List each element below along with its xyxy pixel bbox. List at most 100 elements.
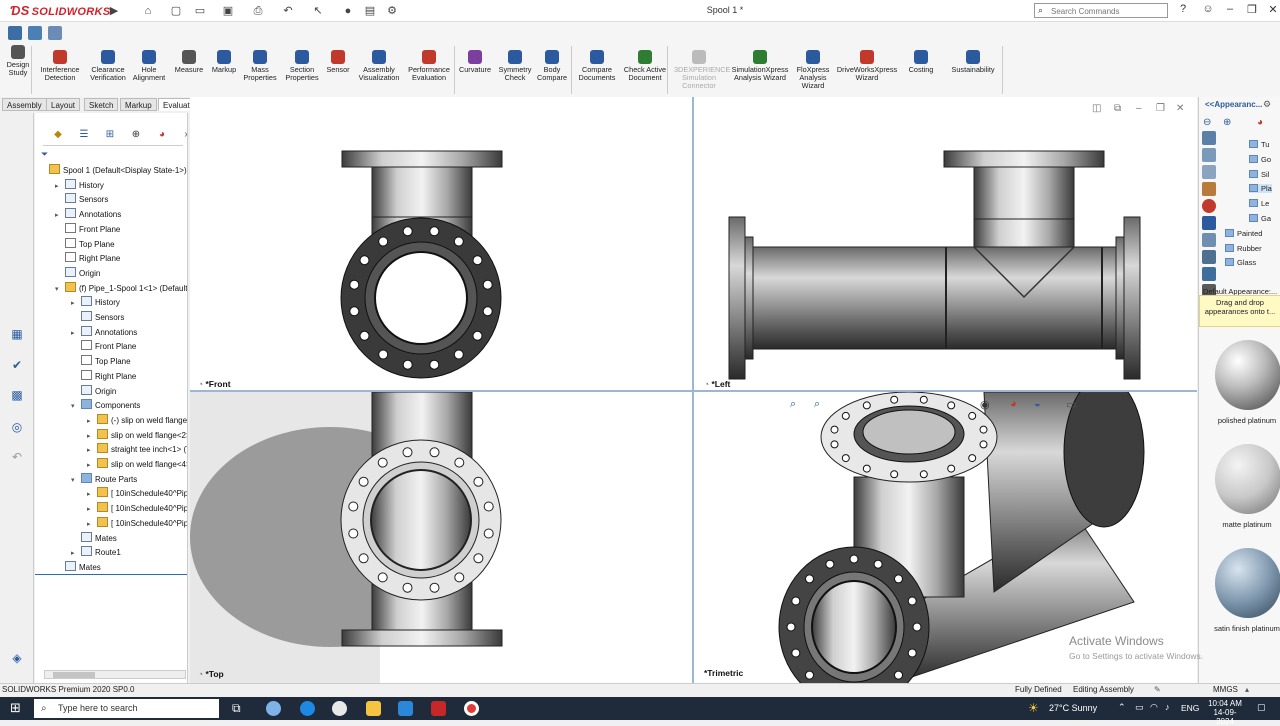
appearance-icon[interactable]: ◕ (1010, 398, 1017, 410)
check-active-document-button[interactable]: Check Active Document (622, 50, 668, 82)
viewport-minimize-icon[interactable]: – (1136, 103, 1142, 114)
tree-node[interactable]: Origin (55, 266, 100, 281)
sustainability-button[interactable]: Sustainability (948, 50, 998, 74)
tree-node[interactable]: ▾ Route Parts (71, 472, 137, 487)
language-indicator[interactable]: ENG (1181, 703, 1199, 713)
simulationxpress-button[interactable]: SimulationXpress Analysis Wizard (730, 50, 790, 82)
zoom-to-area-icon[interactable]: ⌕ (814, 398, 820, 411)
tree-node[interactable]: ▸ slip on weld flange<4> ( (87, 458, 187, 472)
open-folder-icon[interactable]: ▭ (192, 3, 208, 19)
options-gear-icon[interactable]: ⚙ (384, 3, 400, 19)
tree-horizontal-scrollbar[interactable] (44, 670, 186, 679)
mail-icon[interactable] (398, 701, 413, 716)
weather-text[interactable]: 27°C Sunny (1049, 703, 1097, 713)
design-study-button[interactable]: Design Study (6, 45, 30, 77)
appearances-tab-icon[interactable] (1202, 199, 1216, 213)
3d-content-icon[interactable] (1202, 148, 1216, 162)
file-explorer-icon[interactable] (366, 701, 381, 716)
tree-node[interactable]: Origin (71, 384, 116, 399)
task-view-icon[interactable]: ⧉ (232, 701, 247, 716)
tab-assembly[interactable]: Assembly (2, 98, 47, 111)
display-manager-tab-icon[interactable]: ◕ (151, 129, 173, 145)
tree-node[interactable]: Top Plane (71, 355, 131, 369)
layout-icon[interactable]: ▩ (9, 388, 25, 404)
unit-dropdown-icon[interactable]: ▴ (1245, 684, 1249, 696)
tree-node[interactable]: ▸ straight tee inch<1> (Tee (87, 443, 187, 457)
tree-node[interactable]: Mates (71, 531, 117, 546)
unit-system[interactable]: MMGS (1213, 684, 1238, 696)
tree-node[interactable]: ▾ (f) Pipe_1-Spool 1<1> (Default<D (55, 281, 187, 296)
expand-arrow-icon[interactable]: ▸ (87, 488, 97, 502)
rebuild-status-icon[interactable]: ✎ (1154, 684, 1161, 696)
material-swatch[interactable] (1215, 444, 1280, 514)
expand-arrow-icon[interactable]: ▸ (55, 180, 65, 194)
expand-arrow-icon[interactable]: ▸ (55, 209, 65, 223)
toolbar-icon-2[interactable] (28, 26, 42, 40)
volume-icon[interactable]: ♪ (1165, 702, 1170, 712)
appearance-folder[interactable]: Pla (1249, 184, 1272, 194)
tree-node[interactable]: ▾ Components (71, 399, 140, 413)
tree-node[interactable]: ▸ History (55, 178, 104, 194)
appearance-folder[interactable]: Le (1249, 199, 1269, 208)
tree-node[interactable]: ▸ [ 10inSchedule40^Pipe_1 (87, 487, 187, 502)
mass-properties-button[interactable]: Mass Properties (243, 50, 277, 82)
home-pane-icon[interactable] (1202, 131, 1216, 145)
hole-alignment-button[interactable]: Hole Alignment (132, 50, 166, 82)
restore-button[interactable]: ❐ (1244, 3, 1260, 16)
expand-menu-icon[interactable]: ▶ (106, 3, 122, 19)
measure-button[interactable]: Measure (174, 50, 204, 74)
chrome-icon[interactable] (332, 701, 347, 716)
viewport-link-icon[interactable]: ⧉ (1114, 103, 1121, 114)
costing-button[interactable]: Costing (906, 50, 936, 74)
tree-node[interactable]: ▸ [ 10inSchedule40^Pipe_1 (87, 516, 187, 532)
driveworksxpress-button[interactable]: DriveWorksXpress Wizard (836, 50, 898, 82)
tree-node[interactable]: ▸ (-) slip on weld flange<1 (87, 413, 187, 429)
save-icon[interactable]: ▣ (220, 3, 236, 19)
tree-node[interactable]: ▸ Route1 (71, 546, 121, 560)
design-library-icon[interactable] (1202, 165, 1216, 179)
expand-arrow-icon[interactable]: ▸ (87, 415, 97, 429)
body-compare-button[interactable]: Body Compare (537, 50, 567, 82)
markup-button[interactable]: Markup (210, 50, 238, 74)
compare-documents-button[interactable]: Compare Documents (576, 50, 618, 82)
assembly-visualization-button[interactable]: Assembly Visualization (356, 50, 402, 82)
tab-layout[interactable]: Layout (46, 98, 81, 111)
feature-manager-tab-icon[interactable]: ◆ (47, 129, 69, 145)
sensor-button[interactable]: Sensor (325, 50, 351, 74)
task-pane-options-icon[interactable]: ⚙ (1263, 99, 1271, 110)
search-commands-input[interactable]: ⌕ Search Commands (1034, 3, 1168, 18)
property-manager-tab-icon[interactable]: ☰ (73, 129, 95, 145)
windows-start-icon[interactable]: ⊞ (10, 700, 21, 716)
floxpress-button[interactable]: FloXpress Analysis Wizard (796, 50, 830, 90)
minimize-button[interactable]: – (1222, 3, 1238, 15)
task-pane-title[interactable]: <<Appearanc... (1205, 100, 1262, 109)
configuration-manager-tab-icon[interactable]: ⊞ (99, 129, 121, 145)
expand-arrow-icon[interactable]: ▾ (71, 400, 81, 414)
interference-button[interactable]: Interference Detection (38, 50, 82, 82)
solidworks-logo[interactable]: ƊS SOLIDWORKS (10, 3, 110, 18)
file-explorer-icon[interactable] (1202, 182, 1216, 196)
toolbar-icon[interactable] (8, 26, 22, 40)
tree-node[interactable]: Right Plane (71, 369, 136, 384)
display-style-icon[interactable]: ◉ (980, 398, 990, 411)
network-icon[interactable]: ▭ (1135, 702, 1144, 713)
appearance-folder[interactable]: Painted (1225, 228, 1262, 238)
zoom-to-fit-icon[interactable]: ⌕ (790, 398, 796, 411)
viewport-top[interactable]: ◔ *Top (190, 392, 692, 683)
new-document-icon[interactable]: ▢ (168, 3, 184, 19)
copilot-icon[interactable] (266, 701, 281, 716)
record-icon[interactable] (464, 701, 479, 716)
expand-arrow-icon[interactable]: ▸ (87, 503, 97, 517)
tree-node[interactable]: Sensors (55, 193, 108, 207)
appearance-folder[interactable]: Sil (1249, 169, 1269, 179)
home-icon[interactable]: ⌂ (140, 3, 156, 19)
expand-arrow-icon[interactable]: ▸ (87, 430, 97, 444)
expand-arrow-icon[interactable]: ▸ (87, 518, 97, 532)
check-icon[interactable]: ✔ (9, 358, 25, 374)
toolbar-icon-3[interactable] (48, 26, 62, 40)
viewport-toggle-icon[interactable]: ◫ (1092, 103, 1101, 114)
tree-node[interactable]: Sensors (71, 311, 124, 325)
tree-node[interactable]: Front Plane (55, 222, 120, 237)
tab-sketch[interactable]: Sketch (84, 98, 119, 111)
viewport-left[interactable]: ◫ ⧉ – ❐ ✕ ◔ *Left (694, 97, 1197, 390)
